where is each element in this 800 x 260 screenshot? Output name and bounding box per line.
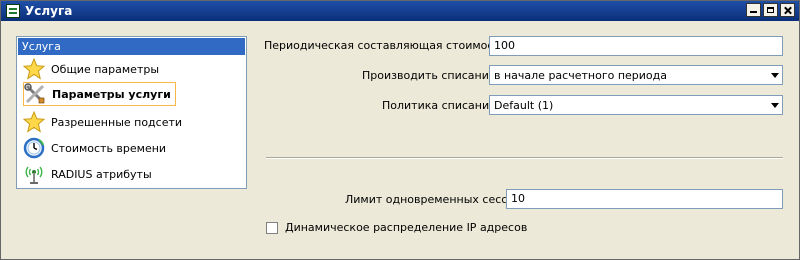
nav-item-label: RADIUS атрибуты xyxy=(51,167,152,181)
policy-label: Политика списания xyxy=(382,99,496,112)
charge-select[interactable]: в начале расчетного периода xyxy=(489,65,783,85)
dynamic-ip-checkbox[interactable] xyxy=(266,222,278,234)
periodic-cost-label: Периодическая составляющая стоимости xyxy=(264,39,508,52)
minimize-button[interactable] xyxy=(746,3,761,17)
policy-select[interactable]: Default (1) xyxy=(489,95,783,115)
window-title: Услуга xyxy=(25,4,73,18)
maximize-button[interactable] xyxy=(763,3,778,17)
nav-item-label: Общие параметры xyxy=(51,62,160,76)
dynamic-ip-label[interactable]: Динамическое распределение IP адресов xyxy=(285,221,527,234)
nav-item-general[interactable]: Общие параметры xyxy=(22,57,163,81)
navigation-panel: Услуга Общие параметры Параметры услуги xyxy=(16,36,247,189)
chevron-down-icon[interactable] xyxy=(771,103,779,108)
nav-item-time-cost[interactable]: Стоимость времени xyxy=(23,136,170,160)
clock-icon xyxy=(23,137,45,159)
session-limit-label: Лимит одновременных сессий xyxy=(345,193,522,206)
close-button[interactable] xyxy=(780,3,795,17)
nav-item-label: Стоимость времени xyxy=(51,141,167,155)
policy-select-value: Default (1) xyxy=(494,99,554,112)
star-icon xyxy=(22,110,46,133)
title-bar[interactable]: Услуга xyxy=(1,1,799,21)
nav-item-allowed-subnets[interactable]: Разрешенные подсети xyxy=(22,110,186,134)
nav-item-service-params[interactable]: Параметры услуги xyxy=(23,82,176,106)
app-icon xyxy=(6,4,20,18)
antenna-icon xyxy=(23,163,45,185)
nav-item-label: Параметры услуги xyxy=(52,87,171,101)
periodic-cost-input[interactable]: 100 xyxy=(489,36,783,56)
session-limit-input[interactable]: 10 xyxy=(506,189,783,209)
nav-item-radius-attributes[interactable]: RADIUS атрибуты xyxy=(23,162,156,186)
nav-header[interactable]: Услуга xyxy=(18,38,245,55)
nav-item-label: Разрешенные подсети xyxy=(51,115,183,129)
divider xyxy=(266,157,783,159)
star-icon xyxy=(22,57,46,80)
charge-label: Производить списание xyxy=(362,69,496,82)
service-window: Услуга Услуга Общие параметры Параметры … xyxy=(0,0,800,260)
window-controls xyxy=(746,3,795,17)
chevron-down-icon[interactable] xyxy=(771,73,779,78)
charge-select-value: в начале расчетного периода xyxy=(494,69,667,82)
tools-icon xyxy=(24,83,46,105)
